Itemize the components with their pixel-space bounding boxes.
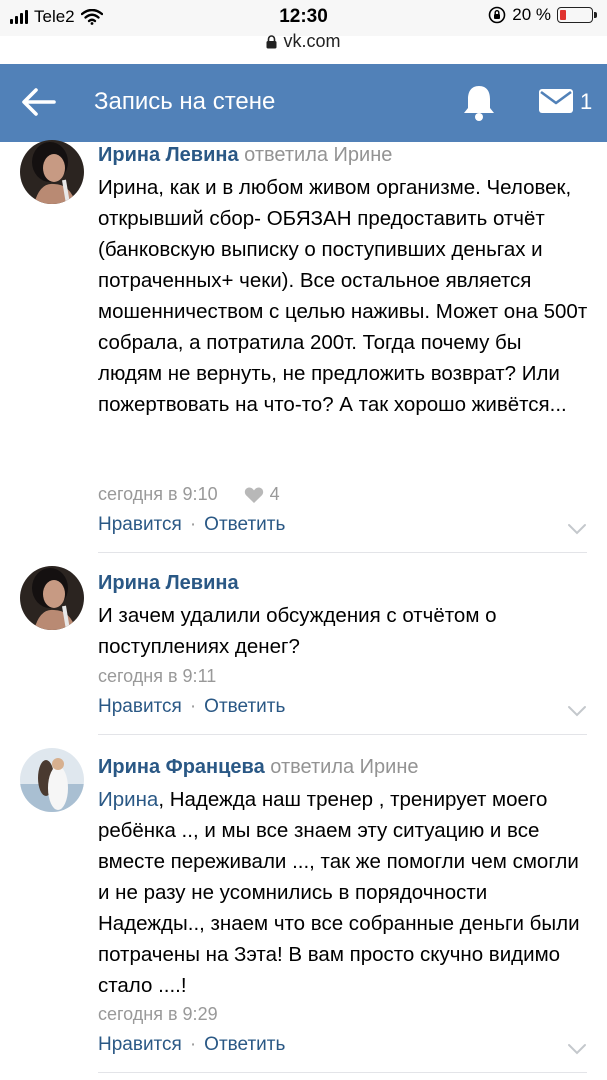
comment-body: , Надежда наш тренер , тренирует моего р… [98,788,580,997]
reply-button[interactable]: Ответить [204,1034,285,1056]
comment-author-line: Ирина Левина ответила Ирине [98,144,392,167]
mention-link[interactable]: Ирина [98,788,158,811]
comment-time[interactable]: сегодня в 9:29 [98,1004,218,1025]
address-bar[interactable]: vk.com [0,31,607,52]
separator-dot: · [189,696,197,717]
lock-icon [266,34,277,48]
bell-icon[interactable] [460,82,498,122]
comment-time[interactable]: сегодня в 9:11 [98,666,216,687]
battery-percent: 20 % [512,5,551,24]
author-name[interactable]: Ирина Левина [98,572,239,594]
chevron-down-icon[interactable] [566,522,588,536]
separator-dot: · [189,514,197,535]
chevron-down-icon[interactable] [566,1042,588,1056]
comment-author-line: Ирина Левина [98,572,239,595]
avatar[interactable] [20,140,84,204]
divider [98,1072,587,1073]
page-title: Запись на стене [94,88,276,115]
comment-actions: Нравится · Ответить [98,1034,285,1056]
chevron-down-icon[interactable] [566,704,588,718]
like-button[interactable]: Нравится [98,696,182,718]
avatar[interactable] [20,748,84,812]
comment-author-line: Ирина Францева ответила Ирине [98,756,419,779]
reply-to-label[interactable]: ответила Ирине [270,756,418,778]
url-text: vk.com [283,31,341,51]
mail-icon[interactable] [538,86,574,116]
comment-actions: Нравится · Ответить [98,696,285,718]
like-button[interactable]: Нравится [98,514,182,536]
app-header: Запись на стене 1 [0,64,607,142]
back-arrow-icon[interactable] [18,84,58,120]
reply-button[interactable]: Ответить [204,696,285,718]
comment-meta: сегодня в 9:11 [98,666,216,687]
reply-button[interactable]: Ответить [204,514,285,536]
comment-text: Ирина, как и в любом живом организме. Че… [98,176,588,416]
like-count: 4 [269,484,280,504]
battery-icon [557,7,597,23]
comment-text: И зачем удалили обсуждения с отчётом о п… [98,604,497,658]
comment-time[interactable]: сегодня в 9:10 [98,484,218,505]
author-name[interactable]: Ирина Левина [98,144,239,166]
comment-actions: Нравится · Ответить [98,514,285,536]
battery-indicator: 20 % [488,5,597,25]
mail-count-badge: 1 [580,89,593,114]
avatar[interactable] [20,566,84,630]
author-name[interactable]: Ирина Францева [98,756,265,778]
like-button[interactable]: Нравится [98,1034,182,1056]
comment-meta: сегодня в 9:29 [98,1004,218,1025]
like-counter[interactable]: 4 [244,484,280,505]
reply-to-label[interactable]: ответила Ирине [244,144,392,166]
divider [98,552,587,553]
comment-text: Ирина, Надежда наш тренер , тренирует мо… [98,784,588,1001]
divider [98,734,587,735]
heart-icon [244,486,263,503]
separator-dot: · [189,1034,197,1055]
rotation-lock-icon [488,6,506,24]
status-bar: Tele2 12:30 20 % vk.com [0,0,607,51]
comment-meta: сегодня в 9:10 4 [98,484,280,505]
